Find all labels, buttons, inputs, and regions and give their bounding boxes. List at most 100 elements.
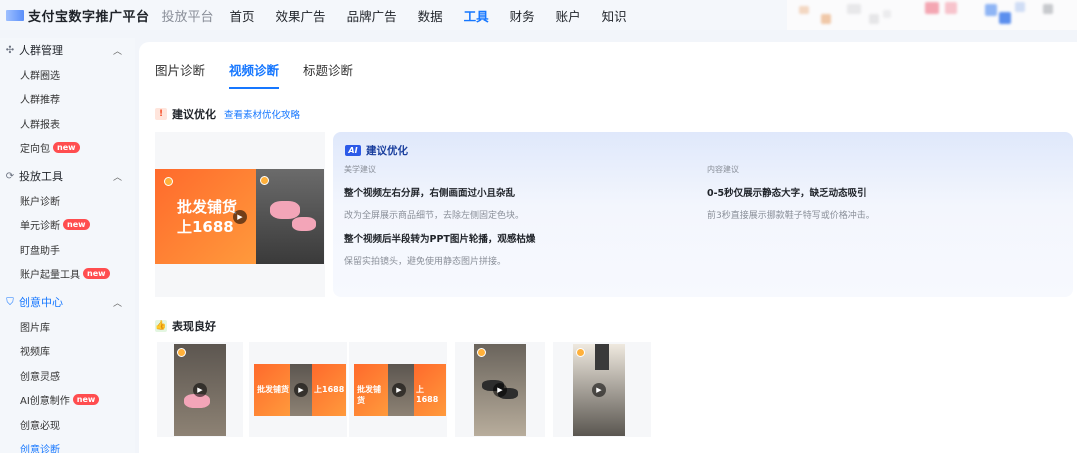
sidebar-item-label: 账户起量工具	[20, 270, 80, 282]
ai-icon: AI	[345, 145, 361, 156]
tab-video-diagnosis[interactable]: 视频诊断	[229, 60, 280, 89]
new-badge: new	[83, 268, 110, 280]
advice-point: 整个视频左右分屏，右侧画面过小且杂乱	[344, 188, 516, 199]
sidebar-item-creative-inspiration[interactable]: 创意灵感	[0, 363, 135, 388]
blurred-block	[821, 14, 831, 24]
play-icon[interactable]: ▶	[294, 383, 308, 397]
sidebar-item-crowd-recommend[interactable]: 人群推荐	[0, 87, 135, 112]
suggest-section-title: 建议优化	[172, 108, 216, 121]
optimization-guide-link[interactable]: 查看素材优化攻略	[224, 107, 300, 121]
platform-subtitle: 投放平台	[161, 9, 214, 25]
sidebar-item-crowd-select[interactable]: 人群圈选	[0, 62, 135, 87]
ai-advice-card: AI 建议优化 美学建议 整个视频左右分屏，右侧画面过小且杂乱 改为全屏展示商品…	[333, 132, 1073, 297]
nav-brand-ads[interactable]: 品牌广告	[347, 6, 397, 25]
play-icon[interactable]: ▶	[392, 383, 406, 397]
advice-detail: 改为全屏展示商品细节，去除左侧固定色块。	[344, 211, 525, 221]
top-navigation-bar: 支付宝数字推广平台 投放平台 首页 效果广告 品牌广告 数据 工具 财务 账户 …	[0, 0, 1077, 30]
warning-icon: !	[155, 108, 167, 120]
nav-finance[interactable]: 财务	[510, 6, 535, 25]
blurred-block	[847, 4, 861, 14]
chevron-up-icon[interactable]: ︿	[113, 44, 122, 57]
advice-card-title: 建议优化	[366, 145, 408, 157]
thumbnail-caption-line: 上1688	[177, 218, 234, 236]
blurred-block	[985, 4, 997, 16]
video-thumbnail: ▶	[474, 344, 526, 436]
nav-data[interactable]: 数据	[418, 6, 443, 25]
content-advice-column: 内容建议 0-5秒仅展示静态大字，缺乏动态吸引 前3秒直接展示挪款鞋子特写或价格…	[707, 164, 875, 221]
thumbnail-caption-line: 上1688	[314, 385, 345, 394]
sidebar-group-crowd[interactable]: ✣ 人群管理 ︿	[0, 38, 135, 62]
aesthetic-advice-column: 美学建议 整个视频左右分屏，右侧画面过小且杂乱 改为全屏展示商品细节，去除左侧固…	[344, 164, 535, 267]
user-info-area[interactable]	[787, 0, 1077, 30]
advice-point: 0-5秒仅展示静态大字，缺乏动态吸引	[707, 188, 867, 199]
good-video-card[interactable]: ▶	[553, 342, 651, 437]
sidebar-item-label: 定向包	[20, 144, 50, 156]
sidebar-item-creative-diagnosis[interactable]: 创意诊断	[0, 437, 135, 453]
thumbs-up-icon: 👍	[155, 320, 167, 332]
sidebar-group-label: 创意中心	[19, 296, 63, 309]
diagnosis-tabs: 图片诊断 视频诊断 标题诊断	[155, 60, 377, 89]
good-video-card[interactable]: ▶	[157, 342, 243, 437]
sidebar-item-monitor-assistant[interactable]: 盯盘助手	[0, 237, 135, 262]
brand-logo-icon	[177, 348, 186, 357]
good-video-card[interactable]: 批发铺货 上1688 ▶	[249, 342, 347, 437]
sidebar-item-creative-must[interactable]: 创意必现	[0, 412, 135, 437]
sidebar-item-unit-diagnosis[interactable]: 单元诊断 new	[0, 213, 135, 238]
nav-account[interactable]: 账户	[556, 6, 581, 25]
good-section-title: 表现良好	[172, 320, 216, 333]
good-video-card[interactable]: 批发铺货 上1688 ▶	[349, 342, 447, 437]
nav-tools[interactable]: 工具	[464, 6, 489, 25]
new-badge: new	[53, 142, 80, 154]
nav-knowledge[interactable]: 知识	[602, 6, 627, 25]
tab-image-diagnosis[interactable]: 图片诊断	[155, 60, 205, 88]
video-thumbnail: ▶	[573, 344, 625, 436]
crowd-icon: ✣	[5, 44, 15, 56]
play-icon[interactable]: ▶	[493, 383, 507, 397]
aesthetic-advice-label: 美学建议	[344, 165, 376, 174]
video-thumbnail: ▶	[174, 344, 226, 436]
play-icon[interactable]: ▶	[592, 383, 606, 397]
sidebar-item-targeting-package[interactable]: 定向包 new	[0, 136, 135, 161]
sidebar-group-tools[interactable]: ⟳ 投放工具 ︿	[0, 164, 135, 188]
main-content: 图片诊断 视频诊断 标题诊断 ! 建议优化 查看素材优化攻略 批发铺货 上168…	[139, 42, 1077, 453]
sidebar-item-crowd-report[interactable]: 人群报表	[0, 111, 135, 136]
thumbnail-right-panel: 上1688	[414, 364, 446, 416]
brand-logo-icon	[477, 348, 486, 357]
new-badge: new	[72, 394, 100, 406]
sidebar-item-account-diagnosis[interactable]: 账户诊断	[0, 188, 135, 213]
thumbnail-right-panel	[256, 169, 324, 264]
sidebar-item-ai-creative[interactable]: AI创意制作 new	[0, 388, 135, 413]
chevron-up-icon[interactable]: ︿	[113, 296, 122, 309]
sidebar-item-video-library[interactable]: 视频库	[0, 339, 135, 364]
leg-shape	[595, 344, 609, 370]
thumbnail-left-panel: 批发铺货	[354, 364, 388, 416]
blurred-block	[1015, 2, 1025, 12]
main-nav: 首页 效果广告 品牌广告 数据 工具 财务 账户 知识	[230, 6, 648, 25]
sidebar-item-label: AI创意制作	[20, 396, 70, 408]
diagnosed-video-thumbnail[interactable]: 批发铺货 上1688 ▶	[155, 169, 324, 264]
brand-logo-icon	[260, 176, 269, 185]
sidebar-group-creative[interactable]: ⛉ 创意中心 ︿	[0, 290, 135, 314]
nav-performance-ads[interactable]: 效果广告	[276, 6, 326, 25]
slipper-shape	[292, 217, 316, 231]
good-video-card[interactable]: ▶	[455, 342, 545, 437]
platform-logo[interactable]: 支付宝数字推广平台	[6, 6, 150, 25]
blurred-block	[925, 2, 939, 14]
tab-title-diagnosis[interactable]: 标题诊断	[303, 60, 353, 88]
play-icon[interactable]: ▶	[193, 383, 207, 397]
thumbnail-caption-line: 批发铺货	[257, 385, 289, 394]
sidebar-item-account-boost-tool[interactable]: 账户起量工具 new	[0, 262, 135, 287]
play-icon[interactable]: ▶	[233, 210, 247, 224]
good-section-header: 👍 表现良好	[155, 318, 216, 334]
advice-detail: 保留实拍镜头，避免使用静态图片拼接。	[344, 257, 507, 267]
advice-point: 整个视频后半段转为PPT图片轮播，观感枯燥	[344, 234, 536, 245]
blurred-block	[999, 12, 1011, 24]
tools-icon: ⟳	[5, 170, 15, 182]
advice-card-header: AI 建议优化	[345, 143, 408, 158]
chevron-up-icon[interactable]: ︿	[113, 170, 122, 183]
sidebar-group-label: 人群管理	[19, 44, 63, 57]
sidebar-group-label: 投放工具	[19, 170, 63, 183]
nav-home[interactable]: 首页	[230, 6, 255, 25]
thumbnail-left-panel: 批发铺货	[254, 364, 290, 416]
sidebar-item-image-library[interactable]: 图片库	[0, 314, 135, 339]
